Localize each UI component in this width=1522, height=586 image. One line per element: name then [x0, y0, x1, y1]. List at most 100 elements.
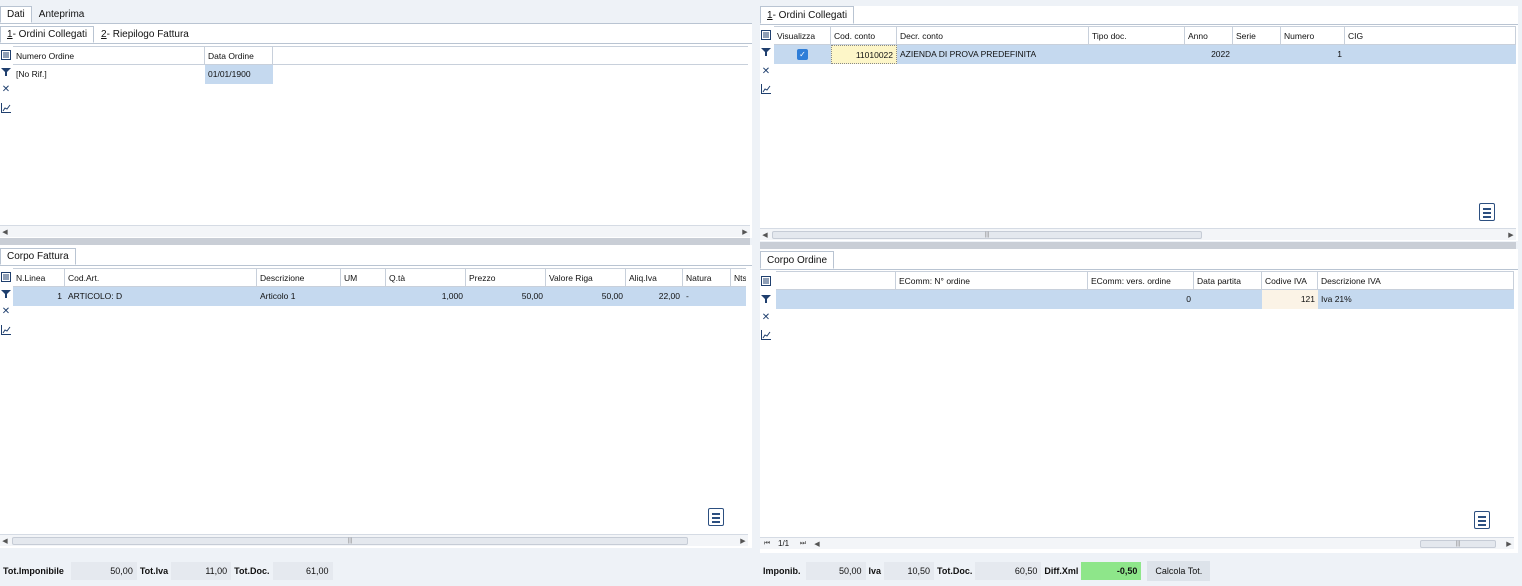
scroll-right-icon[interactable]: ▶ — [1504, 538, 1514, 550]
grid-header: EComm: N° ordine EComm: vers. ordine Dat… — [776, 272, 1514, 290]
col-numero-ordine[interactable]: Numero Ordine — [13, 47, 205, 65]
clear-filter-icon[interactable]: ✕ — [0, 83, 12, 95]
left-subtabbar: 1 - Ordini Collegati 2 - Riepilogo Fattu… — [0, 26, 752, 44]
right-lower-panel: Corpo Ordine ✕ EComm: N° ordine EComm: v… — [760, 249, 1518, 553]
col-serie[interactable]: Serie — [1233, 27, 1281, 45]
right-lower-hscroll[interactable]: ⏮ 1/1 ⏭ ◀ ||| ▶ — [760, 537, 1514, 549]
col-ecomm-vers-ordine[interactable]: EComm: vers. ordine — [1088, 272, 1194, 290]
document-list-icon[interactable] — [708, 508, 724, 526]
chart-icon[interactable] — [760, 83, 772, 95]
columns-icon[interactable] — [0, 271, 12, 283]
filter-icon[interactable] — [0, 288, 12, 300]
cell-descrizione: Articolo 1 — [260, 291, 296, 301]
tab-ordini-collegati[interactable]: 1 - Ordini Collegati — [0, 26, 95, 43]
table-row[interactable]: [No Rif.] 01/01/1900 — [13, 65, 748, 84]
left-lower-hscroll[interactable]: ◀ ||| ▶ — [0, 534, 748, 546]
scroll-right-icon[interactable]: ▶ — [740, 226, 750, 238]
col-natura[interactable]: Natura — [683, 269, 731, 287]
col-cig[interactable]: CIG — [1345, 27, 1516, 45]
left-ordini-grid: Numero Ordine Data Ordine [No Rif.] 01/0… — [13, 46, 748, 224]
clear-filter-icon[interactable]: ✕ — [0, 305, 12, 317]
columns-icon[interactable] — [0, 49, 12, 61]
left-upper-hscroll[interactable]: ◀ ▶ — [0, 225, 750, 237]
col-numero[interactable]: Numero — [1281, 27, 1345, 45]
col-data-ordine[interactable]: Data Ordine — [205, 47, 273, 65]
col-aliq-iva[interactable]: Aliq.Iva — [626, 269, 683, 287]
corpo-fattura-grid: N.Linea Cod.Art. Descrizione UM Q.tà Pre… — [13, 268, 746, 533]
col-tipo-doc[interactable]: Tipo doc. — [1089, 27, 1185, 45]
left-lower-panel: Corpo Fattura ✕ N.Linea Cod.Art. Descriz… — [0, 245, 752, 548]
col-nts[interactable]: Nts — [731, 269, 746, 287]
tab-riepilogo-fattura[interactable]: 2 - Riepilogo Fattura — [94, 26, 196, 43]
table-row[interactable]: 1 ARTICOLO: D Articolo 1 1,000 50,00 50,… — [13, 287, 746, 306]
table-row[interactable]: 0 121 Iva 21% — [776, 290, 1514, 309]
clear-filter-icon[interactable]: ✕ — [760, 311, 772, 323]
filter-icon[interactable] — [0, 66, 12, 78]
col-ecomm-n-ordine[interactable]: EComm: N° ordine — [896, 272, 1088, 290]
scroll-right-icon[interactable]: ▶ — [1506, 229, 1516, 241]
col-anno[interactable]: Anno — [1185, 27, 1233, 45]
visualizza-checkbox[interactable]: ✓ — [797, 49, 808, 61]
col-n-linea[interactable]: N.Linea — [13, 269, 65, 287]
columns-icon[interactable] — [760, 275, 772, 287]
cell-cod-conto[interactable]: 11010022 — [831, 45, 897, 64]
chart-icon[interactable] — [760, 329, 772, 341]
diff-xml-label: Diff.Xml — [1044, 566, 1079, 576]
col-valore-riga[interactable]: Valore Riga — [546, 269, 626, 287]
left-totals-bar: Tot.Imponibile 50,00 Tot.Iva 11,00 Tot.D… — [0, 561, 752, 581]
tab-dati[interactable]: Dati — [0, 6, 32, 23]
scroll-thumb[interactable]: ||| — [12, 537, 688, 545]
tab-corpo-fattura[interactable]: Corpo Fattura — [0, 248, 76, 265]
last-page-icon[interactable]: ⏭ — [798, 538, 808, 550]
col-prezzo[interactable]: Prezzo — [466, 269, 546, 287]
tot-doc-value: 60,50 — [975, 562, 1042, 580]
columns-icon[interactable] — [760, 29, 772, 41]
col-descrizione[interactable]: Descrizione — [257, 269, 341, 287]
corpo-fattura-tabbar: Corpo Fattura — [0, 248, 752, 266]
cell-visualizza[interactable]: ✓ — [774, 45, 831, 64]
scroll-thumb[interactable]: ||| — [1420, 540, 1496, 548]
grid-header: N.Linea Cod.Art. Descrizione UM Q.tà Pre… — [13, 269, 746, 287]
clear-filter-icon[interactable]: ✕ — [760, 65, 772, 77]
col-decr-conto[interactable]: Decr. conto — [897, 27, 1089, 45]
tab-corpo-ordine[interactable]: Corpo Ordine — [760, 251, 835, 269]
scroll-left-icon[interactable]: ◀ — [812, 538, 822, 550]
left-splitter[interactable] — [0, 238, 750, 245]
document-list-icon[interactable] — [1474, 511, 1490, 529]
left-lower-toolbar: ✕ — [0, 268, 12, 368]
col-descrizione-iva[interactable]: Descrizione IVA — [1318, 272, 1514, 290]
scroll-thumb[interactable]: ||| — [772, 231, 1202, 239]
col-data-partita[interactable]: Data partita — [1194, 272, 1262, 290]
scroll-left-icon[interactable]: ◀ — [760, 229, 770, 241]
cell-codive-iva[interactable]: 121 — [1262, 290, 1318, 309]
filter-icon[interactable] — [760, 293, 772, 305]
chart-icon[interactable] — [0, 102, 12, 114]
tab-ordini-collegati[interactable]: 1 - Ordini Collegati — [760, 6, 855, 24]
scroll-left-icon[interactable]: ◀ — [0, 535, 10, 547]
col-blank[interactable] — [776, 272, 896, 290]
col-qta[interactable]: Q.tà — [386, 269, 466, 287]
right-upper-toolbar: ✕ — [760, 26, 772, 126]
col-cod-conto[interactable]: Cod. conto — [831, 27, 897, 45]
col-visualizza[interactable]: Visualizza — [774, 27, 831, 45]
col-cod-art[interactable]: Cod.Art. — [65, 269, 257, 287]
imponib-value: 50,00 — [805, 562, 866, 580]
cell-cig — [1345, 45, 1516, 64]
cell-prezzo: 50,00 — [521, 291, 543, 301]
chart-icon[interactable] — [0, 324, 12, 336]
filter-icon[interactable] — [760, 46, 772, 58]
first-page-icon[interactable]: ⏮ — [762, 538, 772, 550]
scroll-right-icon[interactable]: ▶ — [738, 535, 748, 547]
cell-descrizione-iva: Iva 21% — [1321, 294, 1352, 304]
calcola-tot-button[interactable]: Calcola Tot. — [1147, 561, 1211, 581]
cell-natura: - — [686, 291, 689, 301]
col-um[interactable]: UM — [341, 269, 386, 287]
col-codive-iva[interactable]: Codive IVA — [1262, 272, 1318, 290]
scroll-left-icon[interactable]: ◀ — [0, 226, 10, 238]
right-splitter[interactable] — [760, 242, 1516, 249]
top-tabbar: Dati Anteprima — [0, 6, 752, 24]
document-list-icon[interactable] — [1479, 203, 1495, 221]
tab-anteprima[interactable]: Anteprima — [32, 6, 92, 23]
table-row[interactable]: ✓ 11010022 AZIENDA DI PROVA PREDEFINITA … — [774, 45, 1516, 64]
right-upper-hscroll[interactable]: ◀ ||| ▶ — [760, 228, 1516, 240]
